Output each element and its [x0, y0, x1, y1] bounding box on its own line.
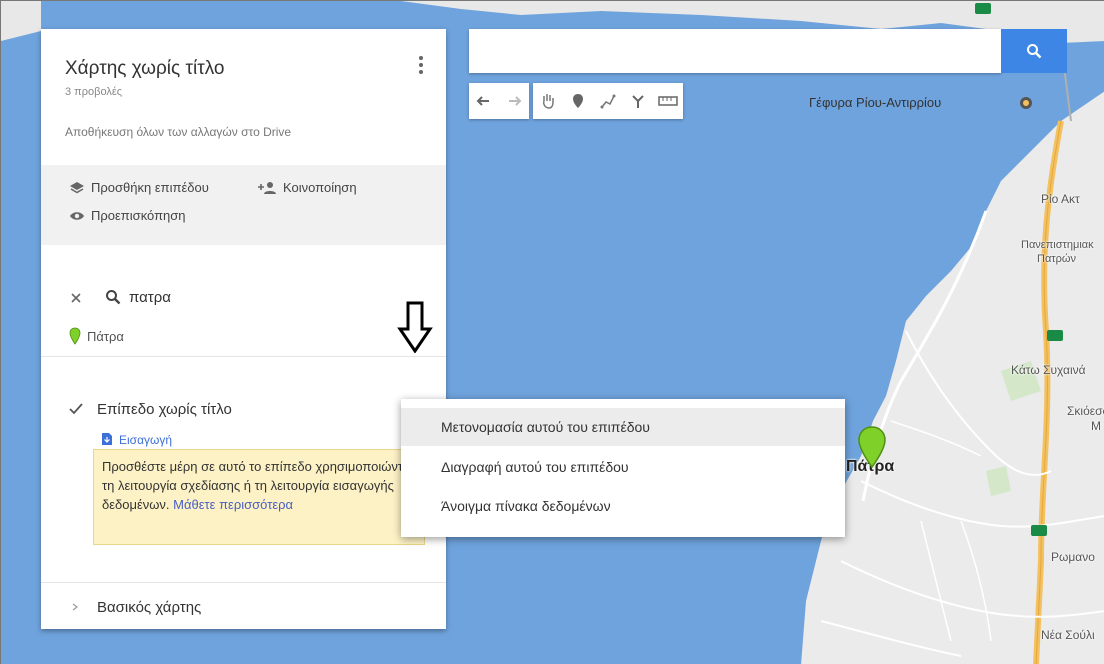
add-layer-button[interactable]: Προσθήκη επιπέδου [69, 180, 209, 195]
share-label: Κοινοποίηση [283, 180, 357, 195]
layer-context-menu: Μετονομασία αυτού του επιπέδου Διαγραφή … [401, 399, 845, 537]
basemap-label: Βασικός χάρτης [97, 599, 202, 616]
map-label-kato: Κάτω Συχαινά [1011, 363, 1086, 377]
map-label-bridge: Γέφυρα Ρίου-Αντιρρίου [809, 95, 942, 110]
checkbox-checked-icon[interactable] [69, 403, 83, 415]
map-pin-icon[interactable] [856, 425, 888, 469]
road-shield-icon [1047, 330, 1063, 341]
down-arrow-icon [397, 301, 433, 353]
select-tool[interactable] [533, 83, 563, 119]
transit-icon [1020, 97, 1032, 109]
map-toolbar [469, 83, 763, 121]
rename-layer-item[interactable]: Μετονομασία αυτού του επιπέδου [401, 408, 845, 446]
redo-icon [509, 96, 522, 106]
search-result-label: Πάτρα [87, 329, 124, 344]
map-views-count: 3 προβολές [65, 86, 123, 98]
map-title[interactable]: Χάρτης χωρίς τίτλο [65, 58, 224, 80]
eye-icon [70, 211, 84, 220]
layers-icon [70, 181, 84, 193]
import-link[interactable]: Εισαγωγή [101, 431, 221, 449]
add-marker-icon [573, 94, 583, 108]
preview-label: Προεπισκόπηση [91, 208, 186, 223]
undo-icon [476, 96, 489, 106]
measure-tool[interactable] [653, 83, 683, 119]
import-file-icon [102, 433, 112, 445]
import-label: Εισαγωγή [119, 433, 173, 447]
draw-line-icon [600, 94, 616, 109]
measure-icon [658, 96, 678, 106]
preview-button[interactable]: Προεπισκόπηση [69, 208, 186, 223]
map-label-university-2: Πατρών [1037, 253, 1076, 265]
more-vert-icon[interactable] [413, 53, 429, 77]
map-label-skioes-2: Μ [1091, 419, 1101, 433]
directions-icon [632, 95, 644, 108]
untitled-layer: Επίπεδο χωρίς τίτλο Εισαγωγή Προσθέστε μ… [41, 357, 446, 583]
actions-bar: Προσθήκη επιπέδου Κοινοποίηση Προεπισκόπ… [41, 165, 446, 245]
undo-button[interactable] [469, 83, 499, 119]
add-person-icon [258, 181, 276, 194]
basemap-layer[interactable]: Βασικός χάρτης [41, 583, 446, 629]
search-input[interactable] [469, 29, 1001, 73]
learn-more-link[interactable]: Μάθετε περισσότερα [173, 497, 293, 512]
draw-line-tool[interactable] [593, 83, 623, 119]
pin-icon [69, 327, 81, 345]
search-button[interactable] [1001, 29, 1067, 73]
open-data-table-item[interactable]: Άνοιγμα πίνακα δεδομένων [401, 487, 845, 525]
share-button[interactable]: Κοινοποίηση [257, 180, 357, 195]
search-icon [106, 290, 121, 305]
road-shield-icon [975, 3, 991, 14]
map-label-rio: Ρίο Ακτ [1041, 192, 1080, 206]
save-status: Αποθήκευση όλων των αλλαγών στο Drive [65, 125, 292, 139]
map-label-skioes-1: Σκιόεσσα [1067, 404, 1104, 418]
hand-icon [543, 94, 554, 109]
search-results-layer: πατρα Πάτρα [41, 245, 446, 357]
directions-tool[interactable] [623, 83, 653, 119]
search-query: πατρα [129, 289, 171, 306]
close-icon[interactable] [71, 293, 81, 303]
map-label-nea-souli: Νέα Σούλι [1041, 628, 1095, 642]
add-marker-tool[interactable] [563, 83, 593, 119]
redo-button[interactable] [499, 83, 529, 119]
expand-icon[interactable] [71, 603, 79, 611]
delete-layer-item[interactable]: Διαγραφή αυτού του επιπέδου [401, 448, 845, 486]
panel-header: Χάρτης χωρίς τίτλο 3 προβολές Αποθήκευση… [41, 29, 446, 165]
road-shield-icon [1031, 525, 1047, 536]
layer-help-tooltip: Προσθέστε μέρη σε αυτό το επίπεδο χρησιμ… [93, 449, 425, 545]
add-layer-label: Προσθήκη επιπέδου [91, 180, 209, 195]
layers-panel: Χάρτης χωρίς τίτλο 3 προβολές Αποθήκευση… [41, 29, 446, 629]
map-label-romano: Ρωμανο [1051, 550, 1095, 564]
layer-name[interactable]: Επίπεδο χωρίς τίτλο [97, 401, 232, 418]
search-result-item[interactable]: Πάτρα [69, 327, 269, 349]
history-tools [469, 83, 529, 119]
search-icon [1027, 44, 1042, 59]
draw-tools [533, 83, 683, 119]
map-label-university-1: Πανεπιστημιακ [1021, 239, 1094, 251]
